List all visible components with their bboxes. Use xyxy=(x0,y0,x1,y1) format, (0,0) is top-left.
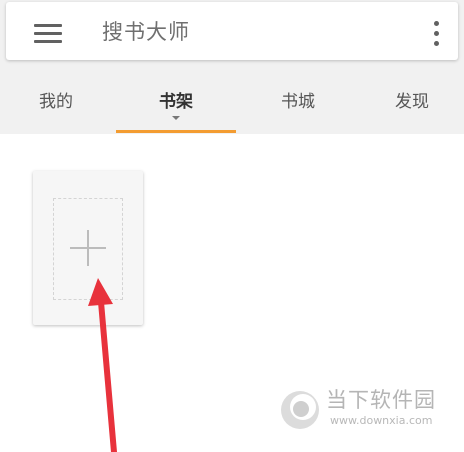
watermark-logo-icon xyxy=(281,391,319,429)
watermark-url: www.downxia.com xyxy=(330,414,433,427)
watermark-name: 当下软件园 xyxy=(326,388,436,412)
watermark: 当下软件园 www.downxia.com xyxy=(278,378,458,438)
